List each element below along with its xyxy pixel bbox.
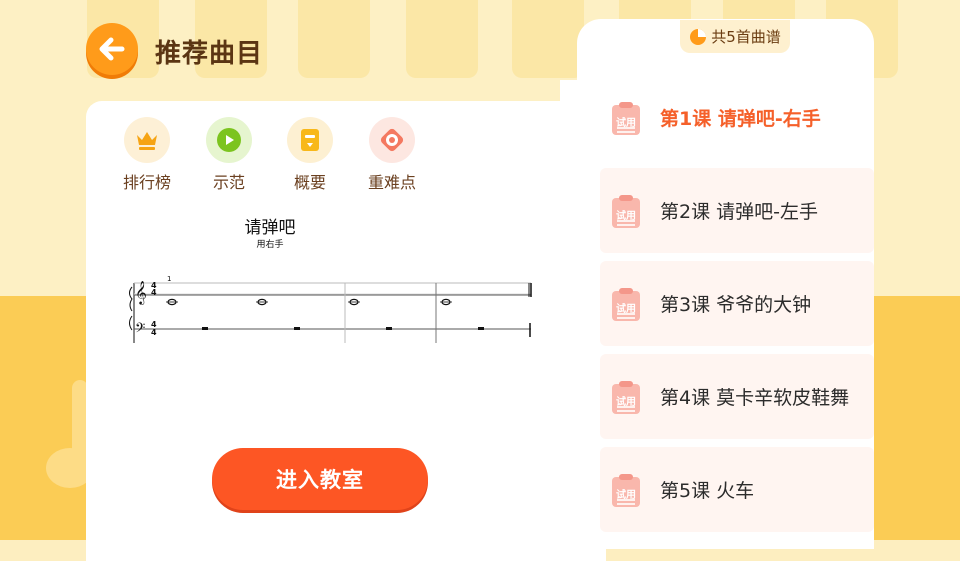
lesson-item-1[interactable]: 试用 第1课 请弹吧-右手 — [600, 75, 874, 160]
bass-clef-icon: 𝄢 — [135, 320, 145, 339]
lesson-label: 第3课 爷爷的大钟 — [660, 294, 812, 316]
key-points-label: 重难点 — [367, 173, 416, 192]
trial-icon: 试用 — [612, 288, 640, 321]
piano-key-decoration — [406, 0, 478, 78]
pie-chart-icon — [690, 28, 707, 45]
lesson-item-5[interactable]: 试用 第5课 火车 — [600, 447, 874, 532]
trial-icon: 试用 — [612, 195, 640, 228]
summary-label: 概要 — [293, 173, 326, 192]
page-title: 推荐曲目 — [155, 39, 264, 69]
svg-text:4: 4 — [151, 328, 157, 337]
lesson-item-3[interactable]: 试用 第3课 爷爷的大钟 — [600, 261, 874, 346]
lesson-label: 第4课 莫卡辛软皮鞋舞 — [660, 387, 850, 409]
demo-button[interactable]: 示范 — [189, 117, 269, 193]
arrow-left-icon — [99, 37, 125, 61]
summary-button[interactable]: 概要 — [270, 117, 350, 193]
lesson-label: 第5课 火车 — [660, 480, 755, 502]
song-detail-card: 排行榜 示范 概要 重难点 请弹吧 用右手 1 𝄞 4 4 𝄢 4 4 进入教室 — [86, 101, 606, 561]
summary-icon-circle — [287, 117, 333, 163]
crown-icon — [137, 132, 157, 150]
ranking-label: 排行榜 — [122, 173, 171, 192]
document-icon — [301, 129, 319, 151]
music-staff: 1 𝄞 4 4 𝄢 4 4 — [129, 275, 532, 343]
treble-clef-icon: 𝄞 — [135, 280, 147, 305]
target-icon — [380, 128, 404, 152]
enter-classroom-button[interactable]: 进入教室 — [212, 448, 428, 510]
key-points-icon-circle — [369, 117, 415, 163]
lesson-label: 第1课 请弹吧-右手 — [660, 108, 821, 130]
trial-icon: 试用 — [612, 474, 640, 507]
piano-key-decoration — [512, 0, 584, 78]
tool-bar: 排行榜 示范 概要 重难点 — [86, 101, 606, 201]
ranking-button[interactable]: 排行榜 — [107, 117, 187, 193]
key-points-button[interactable]: 重难点 — [352, 117, 432, 193]
trial-icon: 试用 — [612, 381, 640, 414]
sheet-music-preview: 请弹吧 用右手 1 𝄞 4 4 𝄢 4 4 — [126, 211, 546, 351]
ranking-icon-circle — [124, 117, 170, 163]
piano-key-decoration — [298, 0, 370, 78]
lesson-item-4[interactable]: 试用 第4课 莫卡辛软皮鞋舞 — [600, 354, 874, 439]
score-title: 请弹吧 — [244, 218, 296, 238]
demo-label: 示范 — [212, 173, 245, 192]
lesson-label: 第2课 请弹吧-左手 — [660, 201, 818, 223]
back-button[interactable] — [86, 23, 138, 75]
score-subtitle: 用右手 — [256, 240, 284, 250]
song-count-label: 共5首曲谱 — [711, 28, 781, 46]
play-icon — [217, 128, 241, 152]
lesson-item-2[interactable]: 试用 第2课 请弹吧-左手 — [600, 168, 874, 253]
svg-text:4: 4 — [151, 288, 157, 297]
measure-number: 1 — [167, 275, 171, 283]
song-count-badge: 共5首曲谱 — [680, 20, 790, 53]
trial-icon: 试用 — [612, 102, 640, 135]
demo-icon-circle — [206, 117, 252, 163]
